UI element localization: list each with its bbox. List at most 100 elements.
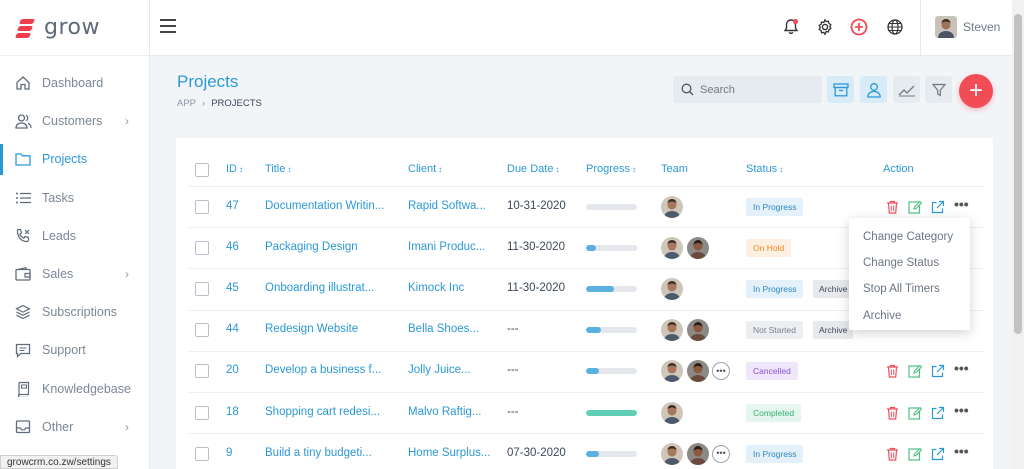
- project-id[interactable]: 9: [226, 447, 232, 459]
- project-progress-bar: [586, 368, 637, 375]
- delete-trash-icon[interactable]: [884, 446, 900, 462]
- row-checkbox[interactable]: [195, 282, 209, 296]
- dropdown-item-change-status[interactable]: Change Status: [849, 250, 970, 276]
- dropdown-item-stop-all-timers[interactable]: Stop All Timers: [849, 276, 970, 302]
- more-actions-icon[interactable]: •••: [954, 360, 969, 376]
- delete-trash-icon[interactable]: [884, 199, 900, 215]
- project-title[interactable]: Develop a business f...: [265, 364, 381, 376]
- th-id[interactable]: ID ↕: [226, 163, 243, 175]
- project-id[interactable]: 46: [226, 241, 239, 253]
- notification-bell-icon[interactable]: [780, 16, 802, 38]
- select-all-checkbox[interactable]: [195, 163, 209, 177]
- project-title[interactable]: Packaging Design: [265, 241, 358, 253]
- row-checkbox[interactable]: [195, 446, 209, 461]
- open-external-icon[interactable]: [930, 363, 946, 379]
- open-external-icon[interactable]: [930, 405, 946, 421]
- team-member-avatar[interactable]: [661, 195, 683, 218]
- project-client[interactable]: Imani Produc...: [408, 241, 485, 253]
- status-badge[interactable]: In Progress: [746, 280, 804, 298]
- sidebar-item-customers[interactable]: Customers ›: [0, 102, 149, 140]
- team-member-avatar[interactable]: [661, 236, 683, 259]
- sidebar-item-subscriptions[interactable]: Subscriptions: [0, 293, 149, 331]
- sidebar-item-sales[interactable]: Sales ›: [0, 255, 149, 293]
- sidebar-item-tasks[interactable]: Tasks: [0, 179, 149, 217]
- th-client[interactable]: Client ↕: [408, 163, 442, 175]
- project-client[interactable]: Rapid Softwa...: [408, 200, 486, 212]
- status-badge[interactable]: Not Started: [746, 321, 803, 340]
- th-progress[interactable]: Progress ↕: [586, 163, 636, 175]
- more-actions-icon[interactable]: •••: [954, 443, 969, 459]
- sidebar-item-dashboard[interactable]: Dashboard: [0, 64, 149, 102]
- project-title[interactable]: Documentation Writin...: [265, 200, 384, 212]
- team-member-avatar[interactable]: [661, 278, 683, 300]
- project-id[interactable]: 47: [226, 200, 239, 212]
- menu-toggle-icon[interactable]: [160, 19, 176, 33]
- project-title[interactable]: Shopping cart redesi...: [265, 406, 380, 418]
- settings-gear-icon[interactable]: [814, 16, 836, 38]
- sidebar-item-leads[interactable]: Leads: [0, 217, 149, 255]
- project-client[interactable]: Bella Shoes...: [408, 323, 479, 335]
- row-checkbox[interactable]: [195, 405, 209, 420]
- chat-icon: [14, 341, 32, 359]
- more-actions-icon[interactable]: •••: [954, 196, 969, 212]
- status-badge[interactable]: In Progress: [746, 444, 804, 463]
- project-title[interactable]: Onboarding illustrat...: [265, 282, 374, 294]
- row-checkbox[interactable]: [195, 364, 209, 379]
- edit-pencil-icon[interactable]: [907, 446, 923, 462]
- th-title[interactable]: Title ↕: [265, 163, 291, 175]
- status-badge[interactable]: In Progress: [746, 197, 804, 216]
- sidebar-item-other[interactable]: Other ›: [0, 408, 149, 446]
- edit-pencil-icon[interactable]: [907, 405, 923, 421]
- row-checkbox[interactable]: [195, 323, 209, 338]
- sidebar-item-support[interactable]: Support: [0, 331, 149, 369]
- breadcrumb-app[interactable]: APP: [177, 98, 196, 109]
- filter-button[interactable]: [925, 76, 952, 103]
- project-client[interactable]: Kimock Inc: [408, 282, 464, 294]
- delete-trash-icon[interactable]: [884, 405, 900, 421]
- page-scrollbar[interactable]: [1012, 0, 1024, 469]
- user-menu[interactable]: Steven: [935, 16, 1000, 38]
- edit-pencil-icon[interactable]: [907, 363, 923, 379]
- project-id[interactable]: 18: [226, 406, 239, 418]
- project-title[interactable]: Build a tiny budgeti...: [265, 447, 372, 459]
- project-id[interactable]: 20: [226, 364, 239, 376]
- sort-icon: ↕: [239, 165, 243, 174]
- archive-toggle-button[interactable]: [827, 76, 854, 103]
- more-actions-icon[interactable]: •••: [954, 402, 969, 418]
- project-client[interactable]: Malvo Raftig...: [408, 406, 482, 418]
- add-project-button[interactable]: +: [959, 74, 993, 108]
- stats-button[interactable]: [893, 76, 920, 103]
- project-title[interactable]: Redesign Website: [265, 323, 358, 335]
- more-team-members-icon[interactable]: •••: [712, 444, 730, 463]
- my-projects-button[interactable]: [860, 76, 887, 103]
- dropdown-item-change-category[interactable]: Change Category: [849, 224, 970, 250]
- delete-trash-icon[interactable]: [884, 363, 900, 379]
- status-badge[interactable]: On Hold: [746, 238, 792, 257]
- sidebar-item-projects[interactable]: Projects: [0, 140, 149, 178]
- search-input[interactable]: [700, 83, 810, 96]
- status-badge[interactable]: Cancelled: [746, 362, 798, 381]
- project-id[interactable]: 45: [226, 282, 239, 294]
- dropdown-item-archive[interactable]: Archive: [849, 303, 970, 329]
- row-checkbox[interactable]: [195, 240, 209, 255]
- project-client[interactable]: Home Surplus...: [408, 447, 490, 459]
- search-box[interactable]: [673, 76, 822, 103]
- sort-icon: ↕: [438, 165, 443, 174]
- team-member-avatar[interactable]: [687, 442, 709, 465]
- open-external-icon[interactable]: [930, 199, 946, 215]
- app-logo[interactable]: grow: [0, 0, 149, 56]
- th-status[interactable]: Status ↕: [746, 163, 783, 175]
- add-new-icon[interactable]: [848, 16, 870, 38]
- team-member-avatar[interactable]: [661, 401, 683, 424]
- team-member-avatar[interactable]: [661, 442, 683, 465]
- sidebar-item-knowledgebase[interactable]: Knowledgebase: [0, 370, 149, 408]
- th-due-date[interactable]: Due Date ↕: [507, 163, 559, 175]
- team-member-avatar[interactable]: [687, 236, 709, 259]
- project-client[interactable]: Jolly Juice...: [408, 364, 471, 376]
- status-badge[interactable]: Completed: [746, 403, 802, 422]
- edit-pencil-icon[interactable]: [907, 199, 923, 215]
- language-globe-icon[interactable]: [884, 16, 906, 38]
- project-id[interactable]: 44: [226, 323, 239, 335]
- row-checkbox[interactable]: [195, 199, 209, 214]
- open-external-icon[interactable]: [930, 446, 946, 462]
